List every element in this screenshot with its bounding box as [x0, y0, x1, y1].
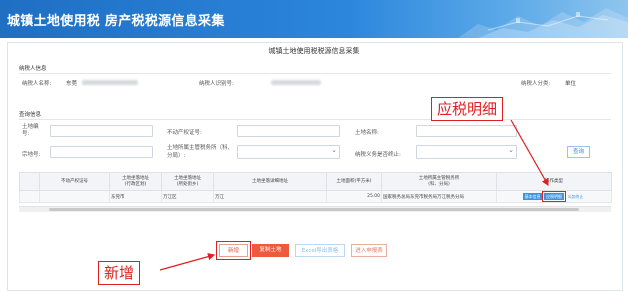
col-header-office: 土地所属主管税务所 (科、分局) — [381, 172, 497, 191]
cell-street: 万江区 — [161, 190, 214, 203]
section-divider — [19, 73, 611, 74]
cell-address: 万江 — [213, 190, 327, 203]
col-header-area: 土地面积(平方米) — [326, 172, 382, 191]
cell-admin-area: 东莞市 — [109, 190, 162, 203]
scrollbar-thumb[interactable] — [49, 208, 579, 211]
land-no-input[interactable] — [50, 125, 153, 137]
land-no-label: 土地编号: — [22, 124, 39, 137]
col-header-cert-no: 不动产权证号 — [39, 172, 110, 191]
land-name-input[interactable] — [416, 125, 517, 137]
property-cert-label: 不动产权证号: — [167, 130, 202, 136]
section-divider — [19, 119, 611, 120]
page-header-title: 城镇土地使用税 房产税税源信息采集 — [7, 14, 225, 29]
taxpayer-name-label: 纳税人名称: — [22, 81, 52, 87]
property-cert-input[interactable] — [237, 125, 340, 137]
cell-ops: 基本信息 应税明细 义务终止 — [496, 190, 612, 203]
land-table: 不动产权证号 土地坐落地址 (行政区划) 土地坐落地址 (所处街乡) 土地坐落详… — [19, 172, 612, 203]
col-header-checkbox — [19, 172, 40, 191]
basic-info-button[interactable]: 基本信息 — [522, 193, 543, 200]
district-select[interactable] — [237, 145, 340, 159]
add-callout: 新增 — [98, 261, 141, 285]
enter-declaration-button[interactable]: 进入申报表 — [351, 244, 387, 257]
cell-cert-no — [39, 190, 110, 203]
redacted-id — [271, 80, 321, 85]
excel-export-button[interactable]: Excel导出表格 — [295, 244, 345, 257]
redacted-name — [82, 80, 138, 85]
col-header-admin-area: 土地坐落地址 (行政区划) — [109, 172, 162, 191]
query-section-title: 查询信息 — [19, 112, 42, 118]
row-checkbox-cell[interactable] — [19, 190, 40, 203]
taxpayer-section-title: 纳税人信息 — [19, 66, 47, 72]
land-name-label: 土地名称: — [355, 130, 379, 136]
query-button[interactable]: 查询 — [567, 146, 590, 158]
copy-land-button[interactable]: 复制土地 — [252, 244, 289, 257]
tax-detail-callout: 应税明细 — [431, 97, 504, 121]
terminate-obligation-link[interactable]: 义务终止 — [565, 193, 585, 200]
col-header-address: 土地坐落详细地址 — [213, 172, 327, 191]
parcel-no-input[interactable] — [50, 146, 153, 158]
table-row[interactable]: 东莞市 万江区 万江 25.00 国家税务总局东莞市税务局万江税务分局 基本信息… — [19, 190, 612, 203]
great-wall-banner-image — [458, 8, 628, 38]
col-header-street: 土地坐落地址 (所处街乡) — [161, 172, 214, 191]
tax-detail-button[interactable]: 应税明细 — [542, 191, 566, 202]
cell-area: 25.00 — [326, 190, 382, 203]
taxpayer-category-label: 纳税人分类: — [521, 81, 551, 87]
obligation-end-label: 纳税义务是否终止: — [355, 152, 401, 158]
form-title: 城镇土地使用税税源信息采集 — [268, 47, 360, 55]
taxpayer-name-value: 东莞 — [66, 81, 78, 87]
cell-office: 国家税务总局东莞市税务局万江税务分局 — [381, 190, 497, 203]
table-header-row: 不动产权证号 土地坐落地址 (行政区划) 土地坐落地址 (所处街乡) 土地坐落详… — [19, 172, 612, 191]
obligation-end-select[interactable] — [416, 145, 517, 159]
district-label: 土地所属主管税务所（科、分局）: — [167, 145, 234, 159]
taxpayer-id-label: 纳税人识别号: — [199, 81, 234, 87]
parcel-no-label: 宗地号: — [22, 152, 41, 158]
horizontal-scrollbar[interactable] — [19, 206, 611, 212]
top-banner: 城镇土地使用税 房产税税源信息采集 — [0, 0, 628, 38]
taxpayer-category-value: 单位 — [565, 81, 577, 87]
add-button[interactable]: 新增 — [216, 241, 251, 260]
col-header-ops: 操作类型 — [496, 172, 612, 191]
